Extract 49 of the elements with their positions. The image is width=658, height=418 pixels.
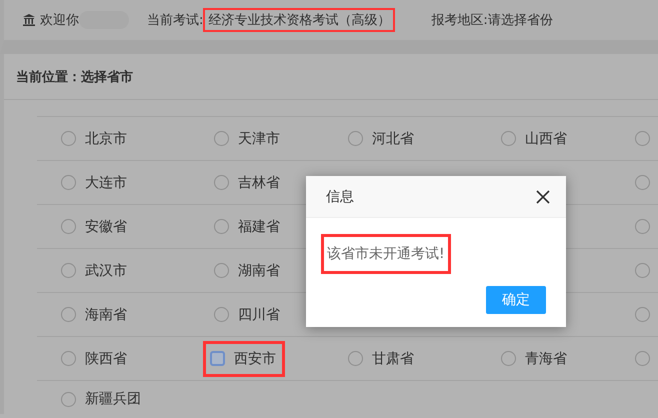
region-label: 报考地区: <box>431 12 488 29</box>
radio-button[interactable] <box>214 219 229 234</box>
radio-button[interactable] <box>635 263 650 278</box>
radio-button[interactable] <box>501 131 516 146</box>
radio-button[interactable] <box>214 175 229 190</box>
radio-button[interactable] <box>61 131 76 146</box>
radio-button[interactable] <box>61 392 76 406</box>
close-icon[interactable] <box>536 190 550 204</box>
dialog-title: 信息 <box>326 188 354 206</box>
radio-button[interactable] <box>635 351 650 366</box>
radio-button[interactable] <box>348 351 363 366</box>
radio-button[interactable] <box>635 219 650 234</box>
welcome-text: 欢迎你 <box>40 12 79 29</box>
dialog-message: 该省市未开通考试! <box>321 234 451 274</box>
region-label[interactable]: 陕西省 <box>85 350 127 368</box>
radio-button[interactable] <box>61 175 76 190</box>
exam-label: 当前考试: <box>147 12 204 29</box>
region-value: 请选择省份 <box>488 12 553 29</box>
radio-button[interactable] <box>214 263 229 278</box>
radio-button[interactable] <box>61 219 76 234</box>
radio-button[interactable] <box>61 351 76 366</box>
bank-icon <box>22 13 36 27</box>
radio-button[interactable] <box>61 263 76 278</box>
radio-button[interactable] <box>214 131 229 146</box>
region-label[interactable]: 四川省 <box>238 306 280 324</box>
region-label[interactable]: 甘肃省 <box>372 350 414 368</box>
region-label[interactable]: 新疆兵团 <box>85 390 141 408</box>
region-label[interactable]: 大连市 <box>85 174 127 192</box>
region-label[interactable]: 吉林省 <box>238 174 280 192</box>
region-label[interactable]: 福建省 <box>238 218 280 236</box>
region-label[interactable]: 青海省 <box>525 350 567 368</box>
region-label[interactable]: 河北省 <box>372 130 414 148</box>
region-label[interactable]: 湖南省 <box>238 262 280 280</box>
radio-button[interactable] <box>635 175 650 190</box>
radio-button[interactable] <box>348 131 363 146</box>
radio-button[interactable] <box>635 307 650 322</box>
breadcrumb: 当前位置：选择省市 <box>4 54 658 100</box>
region-label[interactable]: 北京市 <box>85 130 127 148</box>
exam-name: 经济专业技术资格考试（高级） <box>203 8 396 32</box>
region-label[interactable]: 山西省 <box>525 130 567 148</box>
region-label[interactable]: 海南省 <box>85 306 127 324</box>
region-label[interactable]: 天津市 <box>238 130 280 148</box>
radio-button[interactable] <box>210 351 225 366</box>
region-label[interactable]: 安徽省 <box>85 218 127 236</box>
radio-button[interactable] <box>635 131 650 146</box>
region-label[interactable]: 武汉市 <box>85 262 127 280</box>
radio-button[interactable] <box>501 351 516 366</box>
radio-button[interactable] <box>61 307 76 322</box>
radio-button[interactable] <box>214 307 229 322</box>
